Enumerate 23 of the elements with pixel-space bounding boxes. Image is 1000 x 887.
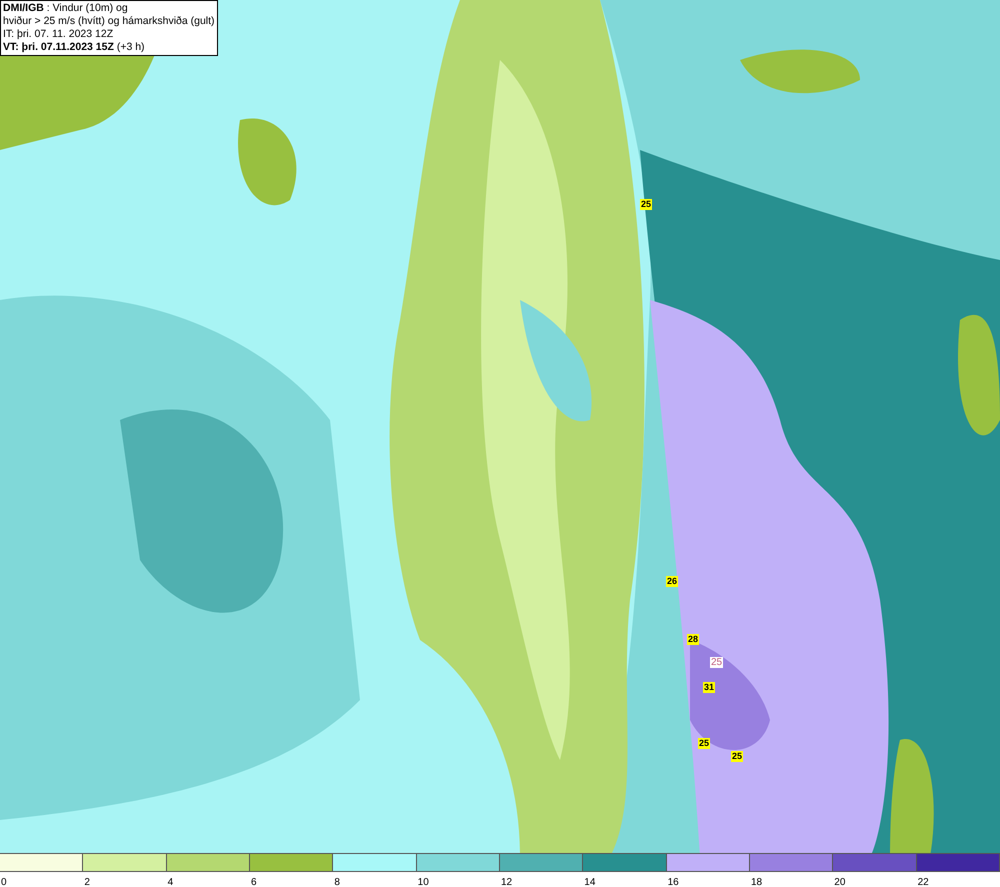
gust-label: 25	[640, 199, 652, 210]
info-text: hviður > 25 m/s (hvítt) og hámarkshviða (gult)	[3, 15, 215, 28]
info-text: VT: þri. 07.11.2023 15Z (+3 h)	[3, 41, 146, 54]
info-text: DMI/IGB : Vindur (10m) og	[3, 2, 129, 15]
legend-label: 16	[666, 876, 679, 887]
gust-label: 28	[687, 634, 700, 645]
legend-label: 12	[500, 876, 512, 887]
legend-label: 22	[916, 876, 929, 887]
gust-label: 25	[698, 738, 710, 749]
legend-label: 0	[0, 876, 7, 887]
legend-label: 6	[250, 876, 257, 887]
legend-label: 4	[166, 876, 174, 887]
gust-label: 25	[731, 751, 744, 762]
legend-label: 14	[583, 876, 596, 887]
legend-label: 20	[833, 876, 846, 887]
gust-label: 25	[710, 657, 724, 668]
gust-label: 31	[703, 682, 716, 693]
legend-label: 18	[750, 876, 762, 887]
legend-label: 10	[416, 876, 429, 887]
legend-label: 8	[333, 876, 340, 887]
legend-label: 2	[83, 876, 90, 887]
info-text: IT: þri. 07. 11. 2023 12Z	[3, 28, 114, 41]
gust-label: 26	[666, 576, 678, 587]
